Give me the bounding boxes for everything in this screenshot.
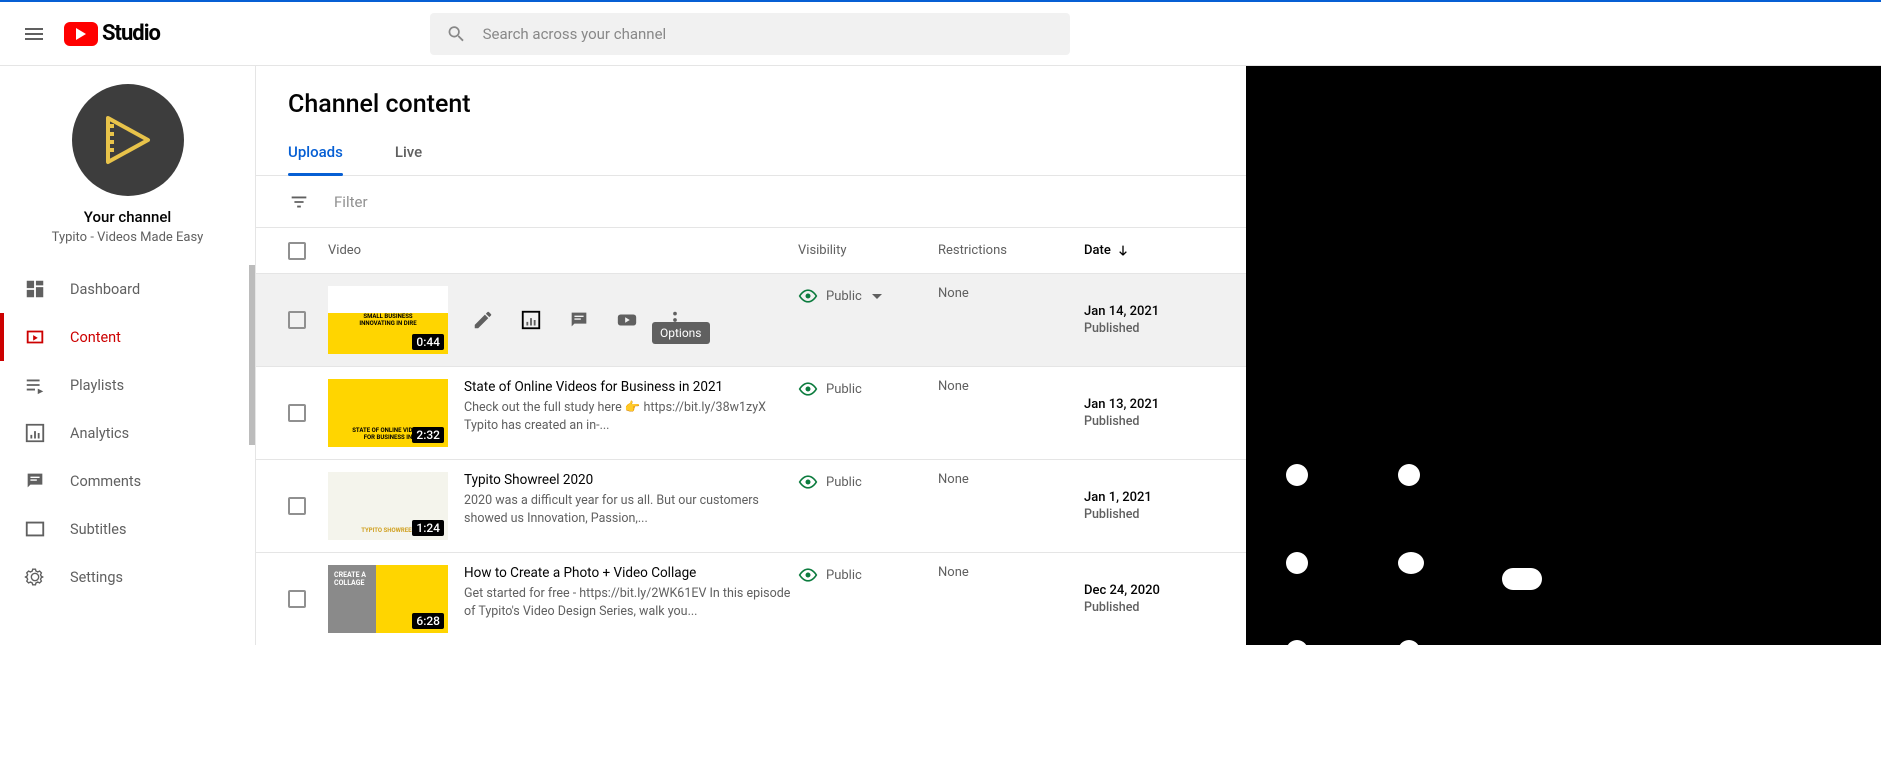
youtube-icon xyxy=(64,22,98,46)
scroll-indicator[interactable] xyxy=(249,265,255,445)
table-row[interactable]: CREATE ACOLLAGE 6:28 How to Create a Pho… xyxy=(256,553,1246,645)
col-date[interactable]: Date xyxy=(1084,243,1214,259)
overlay-panel xyxy=(1246,66,1881,645)
header: Studio xyxy=(0,2,1881,66)
edit-icon[interactable] xyxy=(472,309,494,331)
hamburger-icon xyxy=(22,22,46,46)
restrictions-cell: None xyxy=(938,565,1084,580)
row-checkbox[interactable] xyxy=(288,590,306,608)
duration-badge: 6:28 xyxy=(412,613,444,629)
row-checkbox[interactable] xyxy=(288,311,306,329)
sidebar: Your channel Typito - Videos Made Easy D… xyxy=(0,66,256,645)
video-title[interactable]: Typito Showreel 2020 xyxy=(464,472,798,488)
table-header: Video Visibility Restrictions Date xyxy=(256,228,1246,274)
filter-bar xyxy=(256,176,1246,228)
comments-icon xyxy=(24,470,46,492)
visibility-cell[interactable]: Public xyxy=(798,286,938,306)
tabs: Uploads Live xyxy=(256,119,1246,176)
nav-playlists[interactable]: Playlists xyxy=(0,361,255,409)
tab-uploads[interactable]: Uploads xyxy=(288,143,343,175)
video-thumbnail[interactable]: CREATE ACOLLAGE 6:28 xyxy=(328,565,448,633)
restrictions-cell: None xyxy=(938,379,1084,394)
page-title: Channel content xyxy=(256,66,1246,119)
duration-badge: 0:44 xyxy=(412,334,444,350)
video-title[interactable]: How to Create a Photo + Video Collage xyxy=(464,565,798,581)
duration-badge: 1:24 xyxy=(412,520,444,536)
gear-icon xyxy=(24,566,46,588)
nav-analytics[interactable]: Analytics xyxy=(0,409,255,457)
col-visibility[interactable]: Visibility xyxy=(798,243,938,258)
video-thumbnail[interactable]: TYPITO SHOWREEL 1:24 xyxy=(328,472,448,540)
public-icon xyxy=(798,379,818,399)
nav-comments[interactable]: Comments xyxy=(0,457,255,505)
channel-label: Your channel xyxy=(84,208,171,226)
col-video[interactable]: Video xyxy=(328,243,798,258)
channel-avatar[interactable] xyxy=(72,84,184,196)
date-cell: Jan 13, 2021Published xyxy=(1084,397,1159,429)
channel-name: Typito - Videos Made Easy xyxy=(52,230,204,245)
nav-dashboard[interactable]: Dashboard xyxy=(0,265,255,313)
video-description: Get started for free - https://bit.ly/2W… xyxy=(464,585,798,620)
search-icon xyxy=(446,23,467,45)
comments-icon[interactable] xyxy=(568,309,590,331)
options-tooltip: Options xyxy=(652,322,710,344)
filter-icon[interactable] xyxy=(288,191,310,213)
caret-down-icon xyxy=(872,294,882,299)
visibility-cell[interactable]: Public xyxy=(798,379,938,399)
menu-button[interactable] xyxy=(16,16,52,52)
tab-live[interactable]: Live xyxy=(395,143,422,175)
video-title[interactable]: State of Online Videos for Business in 2… xyxy=(464,379,798,395)
select-all-checkbox[interactable] xyxy=(288,242,306,260)
visibility-cell[interactable]: Public xyxy=(798,565,938,585)
restrictions-cell: None xyxy=(938,472,1084,487)
search-bar[interactable] xyxy=(430,13,1070,55)
playlists-icon xyxy=(24,374,46,396)
table-row[interactable]: STATE OF ONLINE VIDEOSFOR BUSINESS IN 2:… xyxy=(256,367,1246,460)
table-row[interactable]: TYPITO SHOWREEL 1:24 Typito Showreel 202… xyxy=(256,460,1246,553)
analytics-icon[interactable] xyxy=(520,309,542,331)
date-cell: Jan 14, 2021Published xyxy=(1084,304,1159,336)
logo-text: Studio xyxy=(102,21,160,46)
restrictions-cell: None xyxy=(938,286,1084,301)
studio-logo[interactable]: Studio xyxy=(64,21,160,46)
row-checkbox[interactable] xyxy=(288,404,306,422)
date-cell: Dec 24, 2020Published xyxy=(1084,583,1160,615)
duration-badge: 2:32 xyxy=(412,427,444,443)
video-thumbnail[interactable]: STATE OF ONLINE VIDEOSFOR BUSINESS IN 2:… xyxy=(328,379,448,447)
col-restrictions[interactable]: Restrictions xyxy=(938,243,1084,258)
date-cell: Jan 1, 2021Published xyxy=(1084,490,1152,522)
dashboard-icon xyxy=(24,278,46,300)
sort-down-icon xyxy=(1115,243,1131,259)
filter-input[interactable] xyxy=(334,193,534,211)
analytics-icon xyxy=(24,422,46,444)
table-row[interactable]: SMALL BUSINESSINNOVATING IN DIRE 0:44 Op… xyxy=(256,274,1246,367)
youtube-icon[interactable] xyxy=(616,309,638,331)
search-input[interactable] xyxy=(483,25,1054,43)
row-checkbox[interactable] xyxy=(288,497,306,515)
visibility-cell[interactable]: Public xyxy=(798,472,938,492)
video-thumbnail[interactable]: SMALL BUSINESSINNOVATING IN DIRE 0:44 xyxy=(328,286,448,354)
video-description: 2020 was a difficult year for us all. Bu… xyxy=(464,492,798,527)
nav-subtitles[interactable]: Subtitles xyxy=(0,505,255,553)
main-content: Channel content Uploads Live Video Visib… xyxy=(256,66,1246,645)
nav-content[interactable]: Content xyxy=(0,313,255,361)
nav-settings[interactable]: Settings xyxy=(0,553,255,601)
public-icon xyxy=(798,565,818,585)
public-icon xyxy=(798,286,818,306)
public-icon xyxy=(798,472,818,492)
video-description: Check out the full study here 👉 https://… xyxy=(464,399,798,434)
channel-play-icon xyxy=(98,110,158,170)
subtitles-icon xyxy=(24,518,46,540)
content-icon xyxy=(24,326,46,348)
